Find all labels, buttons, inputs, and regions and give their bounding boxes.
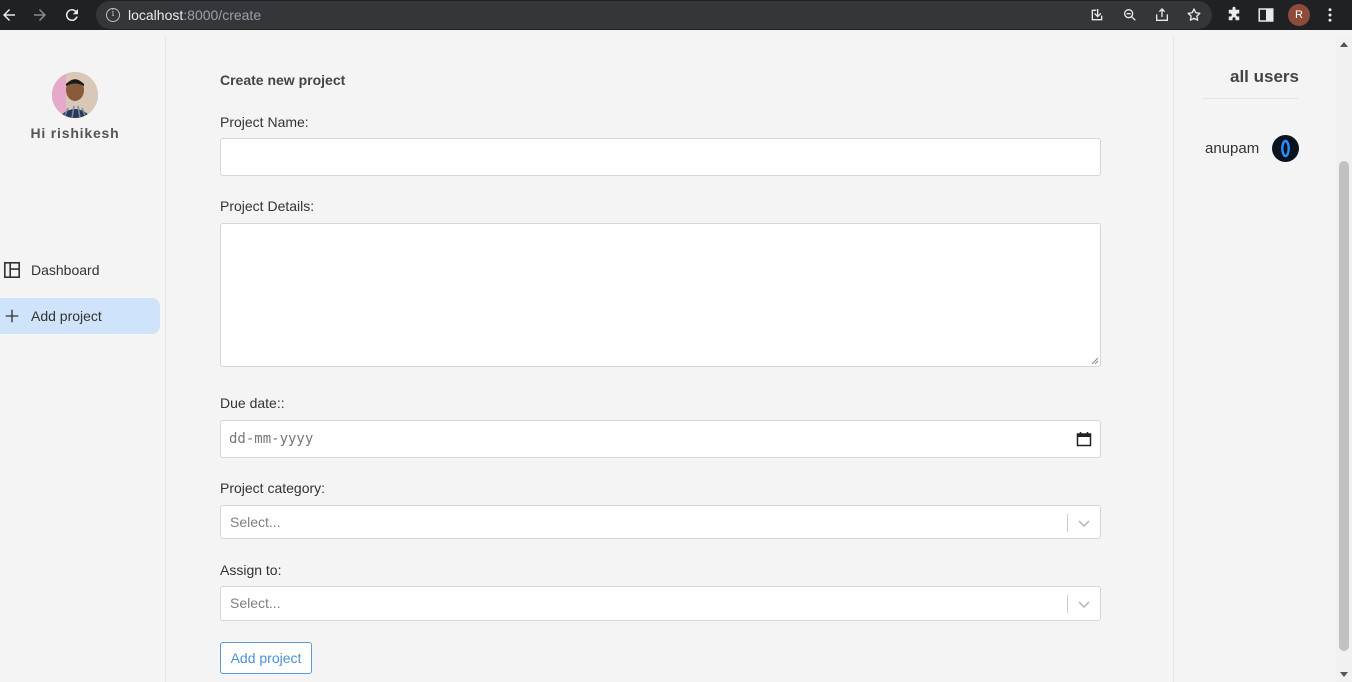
sidebar: Hi rishikesh Dashboard Add project [0, 36, 166, 682]
assign-to-select[interactable]: Select... [220, 586, 1101, 621]
back-arrow-icon [3, 9, 15, 21]
user-photo-icon [52, 72, 98, 118]
browser-toolbar: i localhost:8000/create R [0, 0, 1352, 30]
project-details-label: Project Details: [220, 198, 315, 214]
users-panel-title: all users [1230, 67, 1299, 86]
back-button[interactable] [0, 2, 22, 28]
share-icon[interactable] [1154, 7, 1170, 23]
forward-button[interactable] [27, 2, 53, 28]
users-panel: all users anupam [1173, 36, 1336, 682]
dashboard-icon [3, 261, 21, 279]
project-details-textarea[interactable] [220, 223, 1101, 367]
assign-to-placeholder: Select... [230, 595, 281, 611]
reload-button[interactable] [59, 2, 85, 28]
sidebar-item-label: Dashboard [31, 262, 100, 278]
url-text: localhost:8000/create [128, 7, 261, 23]
user-avatar [1272, 135, 1299, 162]
sidebar-item-dashboard[interactable]: Dashboard [0, 252, 160, 288]
add-project-button[interactable]: Add project [220, 642, 312, 674]
chevron-down-icon[interactable] [1077, 597, 1091, 611]
forward-arrow-icon [34, 9, 46, 21]
scrollbar-thumb[interactable] [1339, 161, 1349, 651]
install-app-icon[interactable] [1089, 7, 1105, 23]
zoom-icon[interactable] [1122, 7, 1138, 23]
due-date-placeholder: dd-mm-yyyy [229, 431, 314, 447]
project-name-input[interactable] [220, 138, 1101, 176]
due-date-input[interactable]: dd-mm-yyyy [220, 420, 1101, 458]
sidebar-item-add-project[interactable]: Add project [0, 298, 160, 334]
address-bar[interactable]: i localhost:8000/create [96, 1, 1212, 29]
project-category-select[interactable]: Select... [220, 505, 1101, 539]
reload-icon [65, 9, 78, 22]
page-title: Create new project [220, 72, 346, 88]
scroll-down-arrow[interactable] [1340, 672, 1348, 677]
bookmark-star-icon[interactable] [1186, 7, 1202, 23]
select-separator [1067, 514, 1068, 532]
user-avatar [52, 72, 98, 118]
due-date-label: Due date:: [220, 395, 285, 411]
project-name-label: Project Name: [220, 114, 309, 130]
chevron-down-icon[interactable] [1077, 516, 1091, 530]
plus-icon [5, 309, 19, 323]
page-scrollbar[interactable] [1336, 36, 1352, 682]
select-separator [1067, 595, 1068, 613]
user-name: anupam [1205, 140, 1260, 157]
kebab-menu-icon[interactable] [1321, 6, 1339, 24]
sidebar-item-label: Add project [31, 308, 102, 324]
page: Hi rishikesh Dashboard Add project Creat… [0, 36, 1336, 682]
extensions-icon[interactable] [1225, 6, 1243, 24]
project-category-label: Project category: [220, 480, 326, 496]
site-info-icon[interactable]: i [106, 8, 120, 22]
divider [1202, 98, 1298, 99]
url-path: :8000/create [183, 7, 262, 23]
profile-avatar[interactable]: R [1288, 4, 1310, 26]
calendar-icon[interactable] [1076, 431, 1092, 447]
scroll-up-arrow[interactable] [1340, 42, 1348, 47]
user-avatar-icon [1281, 139, 1290, 158]
url-host: localhost [128, 7, 184, 23]
assign-to-label: Assign to: [220, 562, 282, 578]
greeting-text: Hi rishikesh [30, 125, 120, 141]
resize-handle-icon[interactable] [1091, 357, 1099, 365]
project-category-placeholder: Select... [230, 514, 281, 530]
side-panel-icon[interactable] [1257, 6, 1275, 24]
